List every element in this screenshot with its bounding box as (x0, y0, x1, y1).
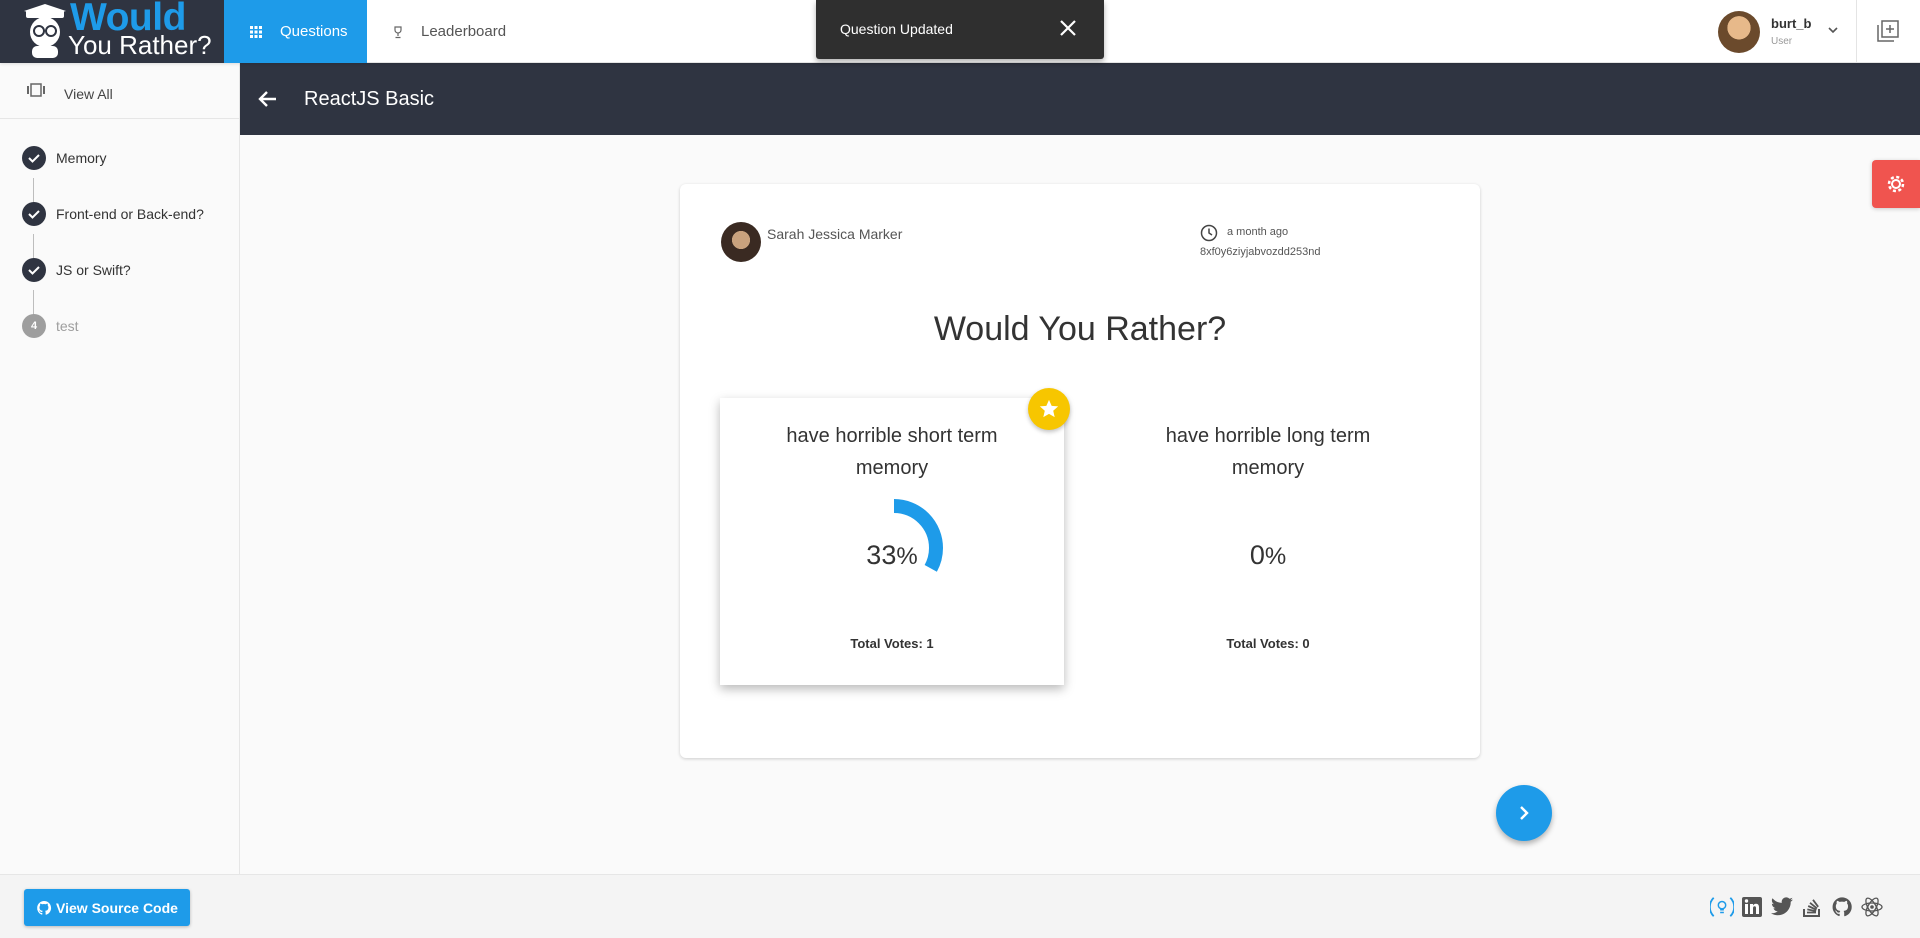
next-question-button[interactable] (1496, 785, 1552, 841)
add-question-icon[interactable] (1877, 20, 1899, 42)
step-check-icon (22, 146, 46, 170)
view-carousel-icon (27, 83, 45, 97)
question-card: Sarah Jessica Marker a month ago 8xf0y6z… (680, 184, 1480, 758)
sidebar: View All Memory Front-end or Back-end? J… (0, 63, 240, 874)
mascot-logo-icon (24, 4, 66, 58)
time-ago: a month ago (1227, 226, 1289, 238)
author-name: Sarah Jessica Marker (767, 226, 903, 242)
github-social-icon[interactable] (1830, 895, 1854, 919)
step-label: Front-end or Back-end? (56, 206, 204, 222)
step-number: 4 (22, 314, 46, 338)
grid-icon (250, 25, 262, 38)
settings-button[interactable] (1872, 160, 1920, 208)
nav-tab-questions[interactable]: Questions (224, 0, 367, 63)
step-label: JS or Swift? (56, 262, 131, 278)
view-all-button[interactable]: View All (0, 63, 239, 119)
option-votes: Total Votes: 1 (850, 636, 934, 651)
step-check-icon (22, 258, 46, 282)
step-item[interactable]: Front-end or Back-end? (22, 202, 232, 232)
option-text: have horrible short term memory (786, 425, 998, 479)
option-percent: 33% (720, 540, 1064, 571)
app-logo[interactable]: Would You Rather? (0, 0, 224, 63)
step-item[interactable]: 4 test (22, 314, 232, 344)
nav-tab-questions-label: Questions (280, 23, 348, 40)
option-text: have horrible long term memory (1165, 425, 1371, 479)
step-label: test (56, 318, 79, 334)
step-label: Memory (56, 150, 107, 166)
view-all-label: View All (64, 86, 113, 102)
option-percent-value: 33 (866, 540, 897, 570)
nav-tab-leaderboard-label: Leaderboard (421, 23, 507, 40)
social-links (1710, 895, 1884, 919)
chevron-down-icon (1828, 27, 1838, 34)
your-vote-badge (1028, 388, 1070, 430)
step-item[interactable]: JS or Swift? (22, 258, 232, 288)
idea-icon[interactable] (1710, 895, 1734, 919)
nav-tab-leaderboard[interactable]: Leaderboard (367, 0, 527, 63)
footer: View Source Code (0, 874, 1920, 938)
react-icon[interactable] (1860, 895, 1884, 919)
toast-notification: Question Updated (816, 0, 1104, 59)
gear-icon (1887, 175, 1905, 193)
option-card-two[interactable]: have horrible long term memory 0% Total … (1096, 398, 1440, 685)
chevron-right-icon (1520, 806, 1529, 820)
page-header: ReactJS Basic (240, 63, 1920, 135)
view-source-code-label: View Source Code (56, 899, 178, 916)
percent-symbol: % (896, 543, 918, 570)
toast-message: Question Updated (840, 21, 953, 37)
question-id: 8xf0y6ziyjabvozdd253nd (1200, 246, 1321, 258)
back-arrow-icon[interactable] (254, 85, 282, 113)
option-percent-value: 0 (1249, 540, 1265, 570)
view-source-code-button[interactable]: View Source Code (24, 889, 190, 926)
option-votes: Total Votes: 0 (1226, 636, 1310, 651)
option-card-one[interactable]: have horrible short term memory 33% Tota… (720, 398, 1064, 685)
question-heading: Would You Rather? (933, 310, 1227, 348)
option-percent: 0% (1096, 540, 1440, 571)
linkedin-icon[interactable] (1740, 895, 1764, 919)
twitter-icon[interactable] (1770, 895, 1794, 919)
page-title: ReactJS Basic (304, 88, 435, 110)
clock-icon (1200, 224, 1218, 242)
author-avatar (721, 222, 761, 262)
trophy-icon (394, 25, 402, 38)
star-icon (1039, 399, 1059, 418)
github-icon (37, 900, 52, 915)
user-name: burt_b (1771, 16, 1812, 31)
close-icon[interactable] (1058, 18, 1078, 38)
logo-line2: You Rather? (68, 30, 212, 60)
user-menu[interactable]: burt_b User (1718, 10, 1838, 54)
percent-symbol: % (1264, 543, 1287, 570)
step-check-icon (22, 202, 46, 226)
user-avatar (1718, 11, 1760, 53)
stackoverflow-icon[interactable] (1800, 895, 1824, 919)
step-item[interactable]: Memory (22, 146, 232, 176)
top-divider (1856, 0, 1857, 63)
user-role: User (1771, 36, 1793, 47)
